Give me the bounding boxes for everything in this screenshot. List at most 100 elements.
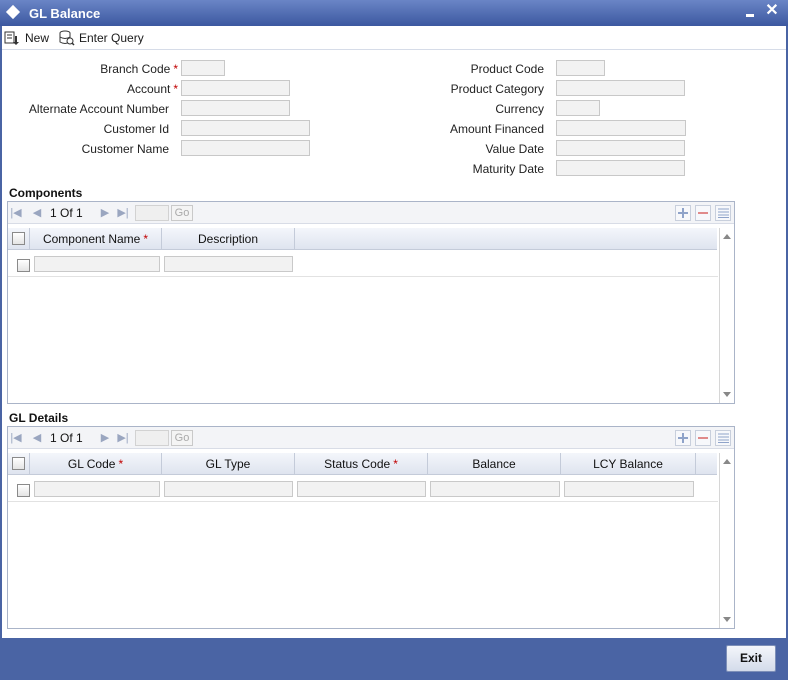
next-page-icon[interactable]: ▶ <box>99 431 111 445</box>
account-field[interactable] <box>181 80 290 96</box>
plus-icon <box>678 433 688 443</box>
col-component-name[interactable]: Component Name * <box>30 228 162 250</box>
lcy-balance-cell[interactable] <box>564 481 694 497</box>
components-vertical-scrollbar[interactable] <box>719 228 734 403</box>
col-status-code[interactable]: Status Code * <box>295 453 428 475</box>
window-title: GL Balance <box>29 6 101 21</box>
currency-field[interactable] <box>556 100 600 116</box>
single-view-button[interactable] <box>715 205 731 221</box>
delete-row-button[interactable] <box>695 430 711 446</box>
select-all-header <box>8 453 30 475</box>
account-label-text: Account <box>126 82 171 96</box>
branch-code-label: Branch Code * <box>2 62 178 76</box>
product-code-label: Product Code <box>470 62 544 76</box>
alternate-account-number-label: Alternate Account Number <box>28 102 169 116</box>
product-code-field[interactable] <box>556 60 605 76</box>
list-icon <box>717 208 729 218</box>
value-date-label: Value Date <box>485 142 544 156</box>
col-gl-type[interactable]: GL Type <box>162 453 295 475</box>
pager-current: 1 <box>50 206 57 220</box>
description-cell[interactable] <box>164 256 293 272</box>
col-balance[interactable]: Balance <box>428 453 561 475</box>
last-page-icon[interactable]: ▶| <box>117 206 129 220</box>
col-component-name-label: Component Name <box>42 232 141 246</box>
product-category-field[interactable] <box>556 80 685 96</box>
new-label: New <box>25 31 50 45</box>
delete-row-button[interactable] <box>695 205 711 221</box>
window-icon <box>5 4 21 20</box>
new-document-icon <box>4 31 19 45</box>
page-number-input[interactable] <box>135 430 169 446</box>
last-page-icon[interactable]: ▶| <box>117 431 129 445</box>
toolbar: New Enter Query <box>2 26 786 50</box>
currency-label: Currency <box>495 102 544 116</box>
minus-icon <box>698 212 708 214</box>
component-name-cell[interactable] <box>34 256 160 272</box>
new-button[interactable]: New <box>4 28 49 48</box>
row-divider <box>8 276 718 277</box>
components-navbar: |◀ ◀ 1 Of 1 ▶ ▶| Go <box>8 202 734 224</box>
page-number-input[interactable] <box>135 205 169 221</box>
col-gl-code[interactable]: GL Code * <box>30 453 162 475</box>
previous-page-icon[interactable]: ◀ <box>31 431 43 445</box>
pager-of: Of <box>60 206 73 220</box>
scroll-down-icon[interactable] <box>723 392 731 397</box>
amount-financed-field[interactable] <box>556 120 686 136</box>
main-content: New Enter Query Branch Code * Account * A <box>2 26 786 638</box>
plus-icon <box>678 208 688 218</box>
close-icon[interactable]: ✕ <box>764 2 780 20</box>
branch-code-label-text: Branch Code <box>100 62 171 76</box>
gl-details-section-title: GL Details <box>9 411 69 425</box>
col-gl-code-label: GL Code <box>67 457 116 471</box>
pager-total: 1 <box>76 206 83 220</box>
required-marker: * <box>118 457 124 471</box>
gl-details-vertical-scrollbar[interactable] <box>719 453 734 628</box>
components-pager: 1 Of 1 <box>50 206 83 220</box>
customer-name-field[interactable] <box>181 140 310 156</box>
enter-query-button[interactable]: Enter Query <box>58 28 144 48</box>
gl-balance-window: GL Balance ✕ New Enter Query Branch Code… <box>0 0 788 680</box>
add-row-button[interactable] <box>675 205 691 221</box>
components-grid: |◀ ◀ 1 Of 1 ▶ ▶| Go Component Name * Des… <box>7 201 735 404</box>
exit-button[interactable]: Exit <box>726 645 776 672</box>
value-date-field[interactable] <box>556 140 685 156</box>
pager-total: 1 <box>76 431 83 445</box>
select-all-checkbox[interactable] <box>12 457 25 470</box>
amount-financed-label: Amount Financed <box>449 122 544 136</box>
first-page-icon[interactable]: |◀ <box>10 206 22 220</box>
first-page-icon[interactable]: |◀ <box>10 431 22 445</box>
col-status-code-label: Status Code <box>324 457 391 471</box>
row-checkbox[interactable] <box>17 259 30 272</box>
required-marker: * <box>143 232 149 246</box>
minimize-icon[interactable] <box>745 5 757 19</box>
gl-details-table-header: GL Code * GL Type Status Code * Balance LC… <box>8 453 717 475</box>
go-button[interactable]: Go <box>171 430 193 446</box>
alternate-account-number-field[interactable] <box>181 100 290 116</box>
col-description[interactable]: Description <box>162 228 295 250</box>
scroll-down-icon[interactable] <box>723 617 731 622</box>
next-page-icon[interactable]: ▶ <box>99 206 111 220</box>
gl-type-cell[interactable] <box>164 481 293 497</box>
required-marker: * <box>393 457 398 471</box>
gl-details-navbar: |◀ ◀ 1 Of 1 ▶ ▶| Go <box>8 427 734 449</box>
branch-code-field[interactable] <box>181 60 225 76</box>
add-row-button[interactable] <box>675 430 691 446</box>
maturity-date-field[interactable] <box>556 160 685 176</box>
status-code-cell[interactable] <box>297 481 426 497</box>
required-marker: * <box>173 82 178 96</box>
select-all-header <box>8 228 30 250</box>
col-lcy-balance[interactable]: LCY Balance <box>561 453 696 475</box>
gl-details-grid: |◀ ◀ 1 Of 1 ▶ ▶| Go GL Code * GL Type St… <box>7 426 735 629</box>
database-query-icon <box>59 30 75 46</box>
scroll-up-icon[interactable] <box>723 459 731 464</box>
scroll-up-icon[interactable] <box>723 234 731 239</box>
minus-icon <box>698 437 708 439</box>
balance-cell[interactable] <box>430 481 560 497</box>
select-all-checkbox[interactable] <box>12 232 25 245</box>
gl-code-cell[interactable] <box>34 481 160 497</box>
row-checkbox[interactable] <box>17 484 30 497</box>
previous-page-icon[interactable]: ◀ <box>31 206 43 220</box>
single-view-button[interactable] <box>715 430 731 446</box>
customer-id-field[interactable] <box>181 120 310 136</box>
go-button[interactable]: Go <box>171 205 193 221</box>
